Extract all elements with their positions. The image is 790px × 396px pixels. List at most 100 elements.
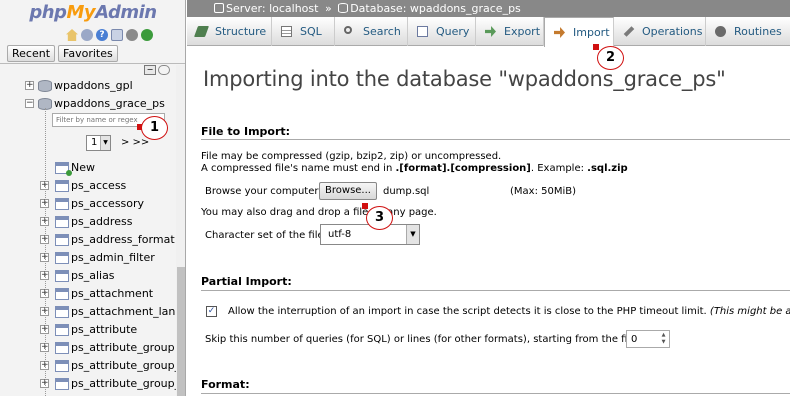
allow-interrupt-checkbox[interactable]: ✓ xyxy=(206,306,217,317)
tree-item-label: New xyxy=(71,161,95,174)
tree-table[interactable]: + ps_alias xyxy=(0,267,175,285)
compression-help-text: File may be compressed (gzip, bzip2, zip… xyxy=(201,151,502,162)
tree-item-label: ps_attribute_group_lang xyxy=(71,359,185,372)
tab-operations[interactable]: Operations xyxy=(614,17,706,46)
tree-item-label: ps_attribute_group xyxy=(71,341,175,354)
tab-sql[interactable]: SQL xyxy=(272,17,335,46)
tree-item-label: ps_address xyxy=(71,215,133,228)
partial-import-heading: Partial Import: xyxy=(201,275,292,288)
callout-3: 3 xyxy=(366,206,393,230)
table-icon xyxy=(55,324,69,336)
table-icon xyxy=(55,270,69,282)
tree-table[interactable]: + ps_address_format xyxy=(0,231,175,249)
collapse-all-icon[interactable]: − xyxy=(144,65,156,75)
section-divider xyxy=(201,393,790,394)
breadcrumb-server[interactable]: Server: localhost xyxy=(226,2,318,15)
documentation-icon[interactable] xyxy=(111,29,123,41)
table-icon xyxy=(55,342,69,354)
callout-pointer xyxy=(362,203,368,209)
stepper-icon[interactable]: ▲ ▼ xyxy=(659,332,668,346)
sql-icon xyxy=(281,26,292,37)
table-icon xyxy=(55,306,69,318)
tree-database[interactable]: − wpaddons_grace_ps xyxy=(0,95,175,113)
query-icon xyxy=(417,26,428,37)
recent-tab[interactable]: Recent xyxy=(7,45,56,62)
section-divider xyxy=(201,139,790,140)
tree-table[interactable]: + ps_address xyxy=(0,213,175,231)
page-title: Importing into the database "wpaddons_gr… xyxy=(203,67,726,91)
tree-item-label: ps_address_format xyxy=(71,233,175,246)
tree-item-label: wpaddons_gpl xyxy=(54,79,133,92)
expand-icon[interactable]: + xyxy=(25,81,34,90)
navigation-panel: phpMyAdmin ? Recent Favorites − + wpaddon… xyxy=(0,0,186,396)
tree-table[interactable]: + ps_attribute xyxy=(0,321,175,339)
help-icon[interactable]: ? xyxy=(96,29,108,41)
home-icon[interactable] xyxy=(66,29,78,41)
tree-item-label: ps_alias xyxy=(71,269,115,282)
nav-scrollbar-thumb[interactable] xyxy=(177,267,185,396)
reload-icon[interactable] xyxy=(141,29,153,41)
favorites-tab[interactable]: Favorites xyxy=(58,45,118,62)
server-icon xyxy=(214,3,224,13)
tree-page-select[interactable]: 1 ▼ xyxy=(86,135,111,151)
tree-table[interactable]: + ps_attachment_lang xyxy=(0,303,182,321)
tree-table[interactable]: + ps_accessory xyxy=(0,195,175,213)
skip-queries-input[interactable]: 0 ▲ ▼ xyxy=(626,330,670,348)
table-icon xyxy=(55,288,69,300)
browse-button[interactable]: Browse... xyxy=(319,182,377,200)
tree-table[interactable]: + ps_attachment xyxy=(0,285,175,303)
tree-table[interactable]: + ps_admin_filter xyxy=(0,249,175,267)
table-icon xyxy=(55,180,69,192)
tab-search[interactable]: Search xyxy=(335,17,408,46)
tab-structure[interactable]: Structure xyxy=(187,17,272,46)
tree-item-label: ps_attribute xyxy=(71,323,138,336)
section-divider xyxy=(201,290,790,291)
drag-drop-hint: You may also drag and drop a file on any… xyxy=(201,207,437,218)
tree-item-label: ps_access xyxy=(71,179,127,192)
settings-icon[interactable] xyxy=(126,29,138,41)
routines-icon xyxy=(715,26,726,37)
tree-table[interactable]: +ps_attribute_group_lang xyxy=(0,357,185,375)
callout-1: 1 xyxy=(141,116,168,140)
app-window: phpMyAdmin ? Recent Favorites − + wpaddon… xyxy=(0,0,790,396)
main-content: Importing into the database "wpaddons_gr… xyxy=(187,47,790,396)
tab-query[interactable]: Query xyxy=(408,17,476,46)
nav-divider xyxy=(0,63,185,64)
tree-item-label: ps_accessory xyxy=(71,197,145,210)
breadcrumb-separator: » xyxy=(324,2,332,15)
tree-connector-line xyxy=(45,108,46,396)
tab-routines[interactable]: Routines xyxy=(706,17,790,46)
compression-format-text: A compressed file's name must end in .[f… xyxy=(201,163,628,174)
nav-scrollbar[interactable] xyxy=(176,65,185,396)
tab-import[interactable]: Import xyxy=(544,17,614,47)
tab-export[interactable]: Export xyxy=(476,17,544,46)
table-icon xyxy=(55,360,69,372)
skip-queries-label: Skip this number of queries (for SQL) or… xyxy=(205,334,666,345)
import-icon xyxy=(554,27,565,38)
browse-label: Browse your computer: xyxy=(205,186,322,197)
link-with-main-icon[interactable] xyxy=(158,65,170,75)
new-table-icon xyxy=(55,162,72,176)
table-icon xyxy=(55,198,69,210)
phpmyadmin-logo[interactable]: phpMyAdmin xyxy=(0,2,185,23)
search-icon xyxy=(344,26,352,34)
breadcrumb-database[interactable]: Database: wpaddons_grace_ps xyxy=(350,2,521,15)
tree-item-label: wpaddons_grace_ps xyxy=(54,97,165,110)
tree-item-label: ps_attribute_group_shop xyxy=(71,377,185,390)
logout-icon[interactable] xyxy=(81,29,93,41)
chevron-down-icon: ▼ xyxy=(406,225,419,244)
tree-new-table[interactable]: New xyxy=(0,159,175,177)
breadcrumb: Server: localhost » Database: wpaddons_g… xyxy=(187,0,790,17)
operations-icon xyxy=(623,26,635,37)
collapse-icon[interactable]: − xyxy=(25,99,34,108)
tree-database[interactable]: + wpaddons_gpl xyxy=(0,77,175,95)
tab-strip: Structure SQL Search Query Export Import… xyxy=(187,17,790,47)
nav-controls: − xyxy=(144,65,170,75)
tree-table[interactable]: + ps_access xyxy=(0,177,175,195)
export-icon xyxy=(485,26,496,37)
table-icon xyxy=(55,252,69,264)
tree-table[interactable]: + ps_attribute_group xyxy=(0,339,175,357)
tree-table[interactable]: +ps_attribute_group_shop xyxy=(0,375,185,393)
tree-next-page-link[interactable]: > >> xyxy=(121,137,149,148)
database-icon xyxy=(338,3,349,13)
